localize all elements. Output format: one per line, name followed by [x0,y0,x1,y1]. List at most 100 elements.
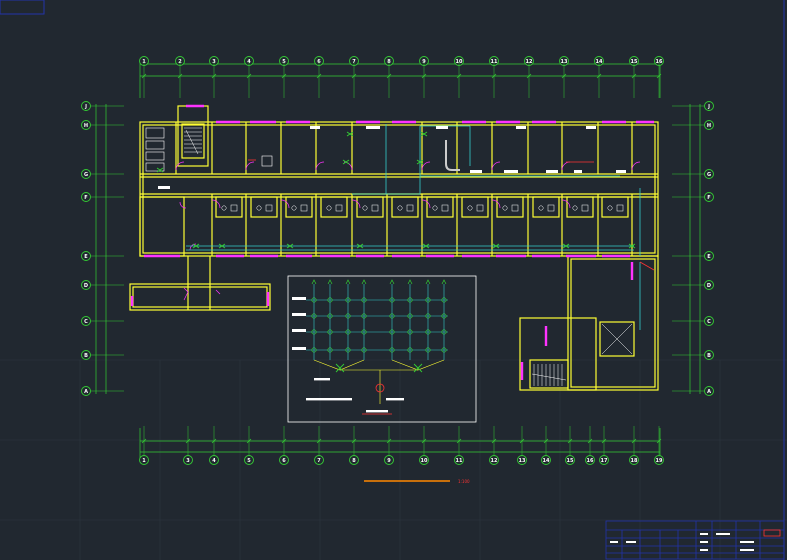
svg-text:3: 3 [212,59,216,65]
sink-fixture [547,204,555,212]
svg-text:3: 3 [186,458,190,464]
title-block-stamp [763,529,781,537]
water-pipes [186,124,641,330]
svg-text:14: 14 [543,458,550,464]
svg-text:A: A [84,389,88,395]
riser-top-vent [327,279,333,285]
room-labels [158,126,626,189]
right-axis-bubble-H: H [704,120,714,130]
sink-fixture [230,204,238,212]
toilet-fixture [256,205,262,211]
right-axis-bubble-B: B [704,350,714,360]
right-axis-bubble-G: G [704,169,714,179]
floor-level-label [292,313,306,316]
bottom-axis-bubble-6: 6 [279,455,289,465]
viewport-corner-frame [0,0,45,15]
left-dimension-chain [95,104,107,394]
left-axis-bubble-G: G [81,169,91,179]
svg-text:9: 9 [387,458,391,464]
title-block-text [610,533,754,551]
valve-symbol [156,167,164,173]
sink-fixture [441,204,449,212]
drain-bend [445,140,460,171]
bottom-axis-bubble-19: 19 [654,455,664,465]
svg-text:14: 14 [596,59,603,65]
right-axis-bubble-E: E [704,251,714,261]
svg-text:E: E [84,254,88,260]
bottom-axis-bubble-10: 10 [419,455,429,465]
toilet-fixture [607,205,613,211]
title-block [605,520,785,560]
right-axis-bubble-A: A [704,386,714,396]
svg-text:E: E [707,254,711,260]
valve-symbols [156,131,636,249]
toilet-fixture [397,205,403,211]
svg-text:A: A [707,389,711,395]
svg-text:18: 18 [631,458,638,464]
west-toilet-fixtures [145,127,273,172]
svg-text:16: 16 [656,59,663,65]
bottom-axis-bubble-17: 17 [599,455,609,465]
bottom-axis-bubble-3: 3 [183,455,193,465]
svg-text:16: 16 [587,458,594,464]
door-openings [130,104,654,380]
riser-top-vent [407,279,413,285]
toilet-fixture [502,205,508,211]
svg-text:12: 12 [491,458,498,464]
toilet-fixture [572,205,578,211]
sink-fixture [335,204,343,212]
svg-text:G: G [84,172,88,178]
building-walls [129,105,659,391]
toilet-fixture [467,205,473,211]
svg-text:1: 1 [142,458,146,464]
svg-text:C: C [84,319,88,325]
svg-text:12: 12 [526,59,533,65]
svg-text:10: 10 [421,458,428,464]
svg-text:15: 15 [567,458,574,464]
svg-text:13: 13 [561,59,568,65]
riser-label [314,378,330,381]
svg-text:D: D [84,283,88,289]
svg-text:17: 17 [601,458,608,464]
svg-text:4: 4 [247,59,251,65]
bottom-axis-bubble-14: 14 [541,455,551,465]
floor-level-label [292,329,306,332]
bottom-axis-bubble-11: 11 [454,455,464,465]
svg-text:B: B [707,353,711,359]
right-axis-bubble-D: D [704,280,714,290]
left-axis-bubble-A: A [81,386,91,396]
svg-text:F: F [84,195,87,201]
svg-text:2: 2 [178,59,182,65]
riser-top-vent [389,279,395,285]
sink-fixture [300,204,308,212]
svg-text:8: 8 [387,59,391,65]
riser-collector [313,359,445,371]
left-axis-bubble-F: F [81,192,91,202]
right-grid-bubbles: J H G F E D C B A [672,101,714,396]
right-dimension-chain [689,104,701,394]
riser-title [366,410,388,413]
toilet-fixture [326,205,332,211]
svg-text:10: 10 [456,59,463,65]
bottom-axis-bubble-5: 5 [244,455,254,465]
svg-text:H: H [707,123,711,129]
svg-text:D: D [707,283,711,289]
valve-symbol [342,159,350,165]
bottom-axis-bubble-13: 13 [517,455,527,465]
sink-fixture [406,204,414,212]
svg-text:9: 9 [422,59,426,65]
svg-text:5: 5 [282,59,286,65]
top-dimension-chain [139,60,661,98]
svg-text:J: J [707,104,710,110]
svg-text:4: 4 [212,458,216,464]
cad-drawing-canvas[interactable]: 1 2 3 4 5 6 7 8 9 10 11 12 13 14 15 16 1 3 4 5 6 7 8 9 10 11 12 13… [0,0,787,560]
bottom-axis-bubble-16: 16 [585,455,595,465]
top-dimension-ticks [141,62,662,98]
right-axis-bubble-F: F [704,192,714,202]
toilet-fixture [291,205,297,211]
sink-fixture [265,204,273,212]
svg-text:19: 19 [656,458,663,464]
bottom-axis-bubble-12: 12 [489,455,499,465]
left-axis-bubble-B: B [81,350,91,360]
sink-fixture [371,204,379,212]
